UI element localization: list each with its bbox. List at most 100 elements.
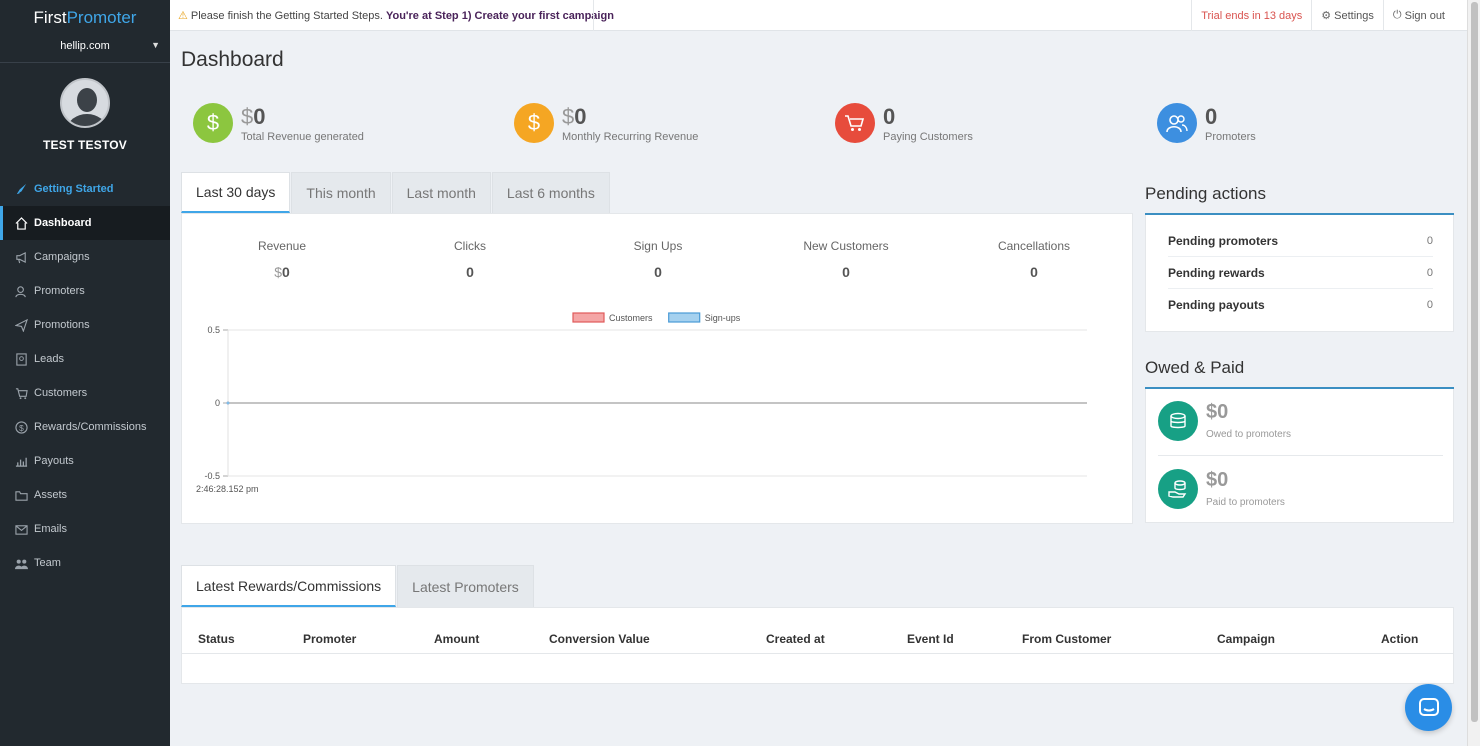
paper-plane-icon <box>14 318 28 332</box>
tab-this-month[interactable]: This month <box>291 172 391 213</box>
sidebar-item-label: Rewards/Commissions <box>34 421 147 433</box>
user-name: TEST TESTOV <box>43 138 127 152</box>
column-header-status[interactable]: Status <box>198 632 235 646</box>
dollar-icon: $ <box>193 103 233 143</box>
tab-latest-rewards[interactable]: Latest Rewards/Commissions <box>181 565 397 607</box>
metric-value: 0 <box>842 264 850 280</box>
sidebar-item-promoters[interactable]: Promoters <box>0 274 170 308</box>
stat-value: 0 <box>883 104 896 129</box>
sidebar-item-team[interactable]: Team <box>0 546 170 580</box>
cart-icon <box>14 386 28 400</box>
brand-second: Promoter <box>66 8 137 27</box>
dollar-circle-icon: $ <box>14 420 28 434</box>
metric-label: Clicks <box>454 239 486 253</box>
brand-logo[interactable]: FirstPromoter <box>0 0 170 34</box>
metrics-panel: Revenue $0 Clicks 0 Sign Ups 0 New Custo… <box>181 213 1133 524</box>
column-header-conversion-value[interactable]: Conversion Value <box>549 632 650 646</box>
column-header-promoter[interactable]: Promoter <box>303 632 356 646</box>
envelope-icon <box>14 522 28 536</box>
metric-label: New Customers <box>803 239 889 253</box>
avatar[interactable] <box>60 78 110 128</box>
sidebar-item-rewards[interactable]: $ Rewards/Commissions <box>0 410 170 444</box>
stat-label: Paying Customers <box>883 131 973 143</box>
column-header-campaign[interactable]: Campaign <box>1217 632 1275 646</box>
pending-value: 0 <box>1426 266 1433 279</box>
svg-text:$: $ <box>19 422 24 432</box>
getting-started-notice[interactable]: ⚠ Please finish the Getting Started Steps… <box>178 9 614 22</box>
pending-label: Pending rewards <box>1168 265 1265 280</box>
scrollbar-thumb[interactable] <box>1471 2 1478 722</box>
folder-icon <box>14 488 28 502</box>
sidebar-item-customers[interactable]: Customers <box>0 376 170 410</box>
column-header-event-id[interactable]: Event Id <box>907 632 954 646</box>
sidebar-item-label: Customers <box>34 387 88 399</box>
stats-row: $ $0 Total Revenue generated $ $0 Monthl… <box>193 103 1293 145</box>
settings-label: Settings <box>1334 9 1374 22</box>
column-header-from-customer[interactable]: From Customer <box>1022 632 1111 646</box>
metric-value: $0 <box>274 264 290 280</box>
stat-label: Monthly Recurring Revenue <box>562 131 699 143</box>
owed-paid-title: Owed & Paid <box>1145 358 1245 377</box>
site-select[interactable]: hellip.com ▼ <box>0 34 170 62</box>
sidebar-item-emails[interactable]: Emails <box>0 512 170 546</box>
sidebar-item-leads[interactable]: Leads <box>0 342 170 376</box>
sidebar-item-promotions[interactable]: Promotions <box>0 308 170 342</box>
pending-row-rewards[interactable]: Pending rewards 0 <box>1168 257 1433 289</box>
stat-value: $0 <box>241 104 266 129</box>
site-select-value: hellip.com <box>60 40 110 52</box>
sidebar-item-label: Team <box>34 557 61 569</box>
payout-icon <box>14 454 28 468</box>
metric-value: 0 <box>466 264 474 280</box>
column-header-action[interactable]: Action <box>1381 632 1418 646</box>
sidebar-divider <box>0 62 170 63</box>
users-icon <box>1157 103 1197 143</box>
chart-y-tick-label: 0 <box>215 398 220 408</box>
chat-launcher-button[interactable] <box>1405 684 1452 731</box>
sidebar-item-getting-started[interactable]: Getting Started <box>0 172 170 206</box>
metric-label: Revenue <box>257 239 307 253</box>
chart-y-tick-label: -0.5 <box>204 471 220 481</box>
chart-data-point <box>226 401 230 405</box>
pending-row-promoters[interactable]: Pending promoters 0 <box>1168 225 1433 257</box>
megaphone-icon <box>14 250 28 264</box>
tab-last-30-days[interactable]: Last 30 days <box>181 172 291 213</box>
table-header-divider <box>182 653 1453 654</box>
rocket-icon <box>14 182 28 196</box>
column-header-created-at[interactable]: Created at <box>766 632 825 646</box>
owed-value: $0 <box>1206 401 1229 423</box>
sidebar-item-payouts[interactable]: Payouts <box>0 444 170 478</box>
sidebar-item-label: Emails <box>34 523 68 535</box>
tab-latest-promoters[interactable]: Latest Promoters <box>397 565 534 607</box>
metric-value: 0 <box>654 264 662 280</box>
column-header-amount[interactable]: Amount <box>434 632 479 646</box>
settings-link[interactable]: ⚙ Settings <box>1311 0 1383 31</box>
owed-divider <box>1158 455 1443 456</box>
sign-out-link[interactable]: ⏻ Sign out <box>1382 0 1467 31</box>
tab-last-month[interactable]: Last month <box>391 172 491 213</box>
sidebar-item-dashboard[interactable]: Dashboard <box>0 206 170 240</box>
sidebar-item-label: Dashboard <box>34 217 92 229</box>
page-scrollbar[interactable] <box>1467 0 1480 746</box>
trial-status[interactable]: Trial ends in 13 days <box>1191 0 1311 31</box>
metric-new-customers: New Customers 0 <box>752 239 940 280</box>
sidebar-item-campaigns[interactable]: Campaigns <box>0 240 170 274</box>
pending-row-payouts[interactable]: Pending payouts 0 <box>1168 289 1433 321</box>
chart-x-tick-label: 2:46:28.152 pm <box>196 484 259 494</box>
pending-label: Pending payouts <box>1168 298 1265 312</box>
metric-label: Sign Ups <box>633 239 683 253</box>
notice-step-link[interactable]: You're at Step 1) Create your first camp… <box>386 10 614 22</box>
pending-value: 0 <box>1426 299 1433 311</box>
tab-last-6-months[interactable]: Last 6 months <box>491 172 610 213</box>
owed-paid-box: $0 Owed to promoters $0 Paid to promoter… <box>1145 389 1454 523</box>
sidebar-item-assets[interactable]: Assets <box>0 478 170 512</box>
activity-chart: 0.5 0 -0.5 2:46:28.152 pm Customers Sign-ups <box>182 304 1134 504</box>
sidebar-item-label: Leads <box>34 353 64 365</box>
caret-down-icon: ▼ <box>151 40 160 50</box>
gear-icon: ⚙ <box>1321 10 1332 22</box>
sign-out-label: Sign out <box>1404 9 1445 22</box>
sidebar-item-label: Assets <box>34 489 68 501</box>
owed-label: Owed to promoters <box>1206 429 1292 440</box>
sidebar-item-label: Promoters <box>34 285 85 297</box>
stat-label: Promoters <box>1205 131 1256 143</box>
contact-card-icon <box>14 352 28 366</box>
